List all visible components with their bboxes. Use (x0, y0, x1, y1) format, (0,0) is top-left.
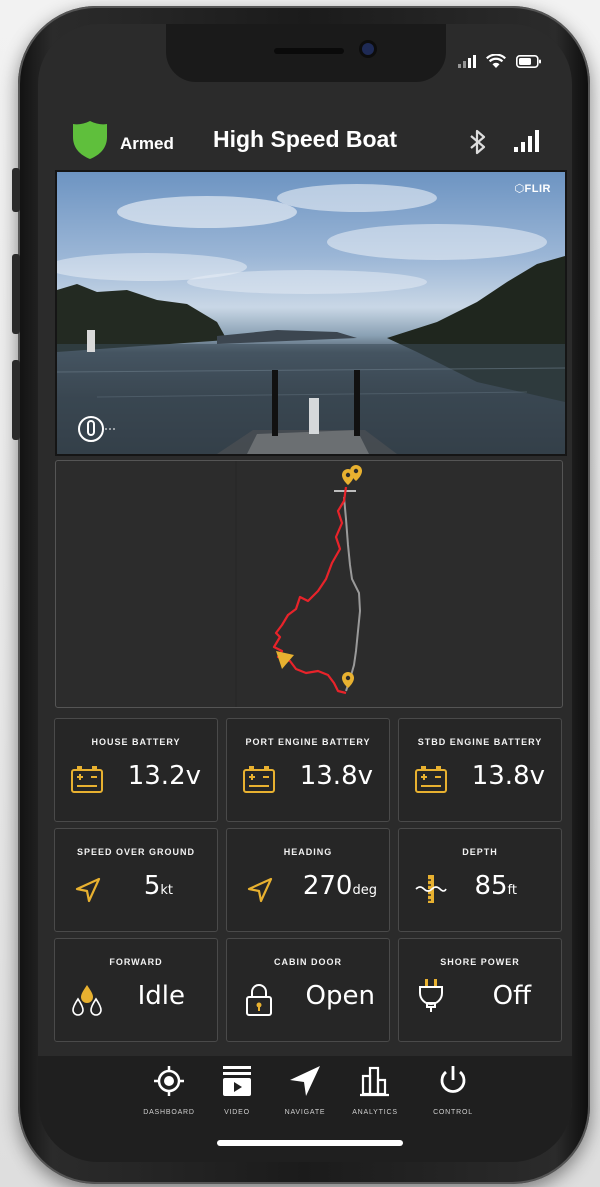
battery-icon (415, 766, 447, 793)
tile-value: 85 (474, 871, 508, 901)
navigation-arrow-icon (75, 877, 101, 903)
phone-screen: Armed High Speed Boat ⬡FLIR HOUSE BATTER… (38, 24, 572, 1162)
route-map[interactable] (55, 460, 563, 708)
route-track (235, 461, 362, 707)
tile-unit: deg (352, 883, 377, 898)
app-header: Armed High Speed Boat (38, 120, 572, 166)
tile-title: HEADING (283, 847, 333, 857)
tile-depth[interactable]: DEPTH 85ft (398, 828, 562, 932)
tile-value: 13.8v (299, 761, 373, 791)
nav-label: NAVIGATE (284, 1109, 326, 1116)
tile-title: FORWARD (109, 957, 163, 967)
nav-label: CONTROL (433, 1109, 473, 1116)
nav-video[interactable]: VIDEO (202, 1064, 272, 1116)
tile-title: SPEED OVER GROUND (76, 847, 196, 857)
tile-title: HOUSE BATTERY (91, 737, 181, 747)
tile-port-engine-battery[interactable]: PORT ENGINE BATTERY 13.8v (226, 718, 390, 822)
tile-house-battery[interactable]: HOUSE BATTERY 13.2v (54, 718, 218, 822)
nav-control[interactable]: CONTROL (418, 1064, 488, 1116)
tile-unit: ft (507, 883, 517, 898)
tile-unit: kt (160, 883, 173, 898)
battery-icon (71, 766, 103, 793)
tile-value: Open (305, 981, 375, 1011)
analytics-icon (360, 1066, 389, 1097)
battery-icon (243, 766, 275, 793)
depth-gauge-icon (415, 875, 447, 903)
tile-title: DEPTH (462, 847, 498, 857)
home-indicator[interactable] (217, 1140, 403, 1146)
battery-icon (516, 55, 541, 68)
nav-navigate[interactable]: NAVIGATE (270, 1064, 340, 1116)
tile-heading[interactable]: HEADING 270deg (226, 828, 390, 932)
tile-value: 5 (143, 871, 161, 901)
tile-title: SHORE POWER (440, 957, 520, 967)
nav-analytics[interactable]: ANALYTICS (340, 1064, 410, 1116)
tile-value: 13.2v (127, 761, 201, 791)
volume-up-button (12, 254, 20, 334)
tile-value: 13.8v (471, 761, 545, 791)
speaker (274, 48, 344, 54)
tile-title: PORT ENGINE BATTERY (245, 737, 371, 747)
wifi-icon (486, 54, 506, 68)
tile-value: 270 (302, 871, 353, 901)
bottom-nav: DASHBOARD VIDEO NAVIGATE ANALYTICS CONTR… (38, 1056, 572, 1162)
navigate-arrow-icon (290, 1066, 320, 1096)
tile-title: CABIN DOOR (274, 957, 342, 967)
nav-dashboard[interactable]: DASHBOARD (134, 1064, 204, 1116)
front-camera (362, 43, 374, 55)
power-icon (440, 1066, 466, 1093)
mute-switch (12, 168, 20, 212)
bluetooth-icon[interactable] (468, 128, 488, 156)
crosshair-icon (154, 1066, 184, 1096)
tile-stbd-engine-battery[interactable]: STBD ENGINE BATTERY 13.8v (398, 718, 562, 822)
video-icon (223, 1066, 251, 1096)
tile-value: Off (492, 981, 531, 1011)
lock-icon (246, 984, 272, 1016)
nav-label: ANALYTICS (352, 1109, 398, 1116)
tile-title: STBD ENGINE BATTERY (417, 737, 543, 747)
tile-forward[interactable]: FORWARD Idle (54, 938, 218, 1042)
page-title: High Speed Boat (212, 126, 397, 152)
tile-speed-over-ground[interactable]: SPEED OVER GROUND 5kt (54, 828, 218, 932)
video-scene (57, 184, 565, 454)
video-feed[interactable]: ⬡FLIR (55, 170, 567, 456)
bilge-drops-icon (72, 985, 102, 1016)
signal-icon (514, 130, 539, 152)
navigation-arrow-icon (247, 877, 273, 903)
volume-down-button (12, 360, 20, 440)
signal-icon (458, 55, 476, 68)
tile-value: Idle (137, 981, 185, 1011)
nav-label: DASHBOARD (143, 1109, 195, 1116)
tile-shore-power[interactable]: SHORE POWER Off (398, 938, 562, 1042)
tile-cabin-door[interactable]: CABIN DOOR Open (226, 938, 390, 1042)
notch (166, 24, 446, 82)
flir-watermark: ⬡FLIR (514, 183, 551, 195)
boat-heading-icon (78, 416, 115, 442)
nav-label: VIDEO (224, 1109, 250, 1116)
status-bar (458, 54, 542, 69)
plug-icon (419, 979, 443, 1012)
